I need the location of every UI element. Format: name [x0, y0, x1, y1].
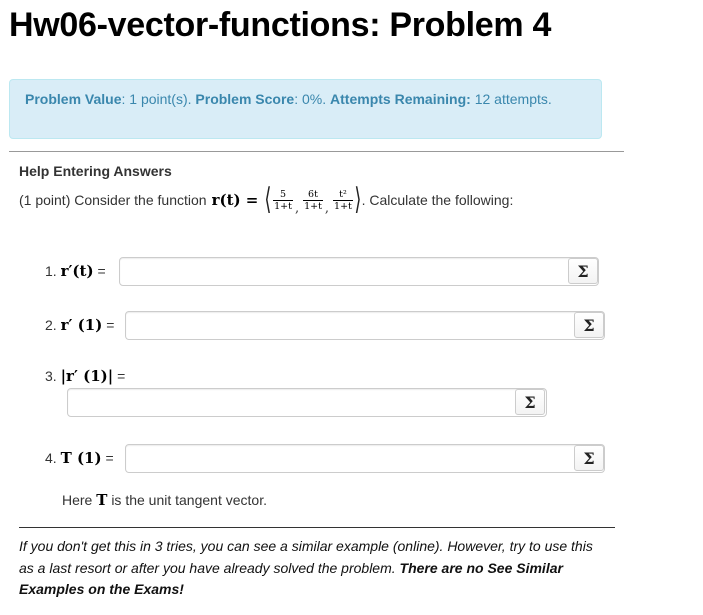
- page-title: Hw06-vector-functions: Problem 4: [9, 6, 552, 44]
- answer-input-1[interactable]: [119, 257, 599, 286]
- problem-suffix: . Calculate the following:: [361, 192, 514, 208]
- attempts-remaining-text: 12 attempts.: [474, 91, 552, 107]
- component-3: t² 1+t: [333, 188, 353, 212]
- problem-prefix: (1 point) Consider the function: [19, 192, 207, 208]
- left-angle-bracket: ⟨: [264, 182, 272, 217]
- divider: [19, 527, 615, 528]
- component-1: 5 1+t: [273, 188, 293, 212]
- divider: [9, 151, 624, 152]
- equation-editor-button-2[interactable]: Σ: [574, 312, 604, 338]
- question-4-label: 4. T (1) =: [45, 449, 114, 467]
- component-2: 6t 1+t: [303, 188, 323, 212]
- unit-tangent-note: Here T is the unit tangent vector.: [62, 491, 267, 509]
- question-3-label: 3. |r′ (1)| =: [45, 367, 126, 385]
- problem-score-label: Problem Score: [195, 91, 295, 107]
- attempts-remaining-label: Attempts Remaining:: [330, 91, 471, 107]
- right-angle-bracket: ⟩: [354, 182, 362, 217]
- equation-editor-button-4[interactable]: Σ: [574, 445, 604, 471]
- problem-status-box: Problem Value: 1 point(s). Problem Score…: [9, 79, 602, 139]
- answer-input-3[interactable]: [67, 388, 547, 417]
- problem-score-text: : 0%.: [294, 91, 327, 107]
- equation-editor-button-1[interactable]: Σ: [568, 258, 598, 284]
- question-2-label: 2. r′ (1) =: [45, 316, 115, 334]
- help-entering-answers-link[interactable]: Help Entering Answers: [19, 163, 172, 179]
- question-1-label: 1. r′(t) =: [45, 262, 106, 280]
- equation-editor-button-3[interactable]: Σ: [515, 389, 545, 415]
- answer-input-2[interactable]: [125, 311, 605, 340]
- problem-value-label: Problem Value: [25, 91, 122, 107]
- answer-input-4[interactable]: [125, 444, 605, 473]
- function-lhs: r(t) =: [211, 191, 259, 209]
- problem-statement: (1 point) Consider the function r(t) = ⟨…: [19, 182, 514, 217]
- footer-note: If you don't get this in 3 tries, you ca…: [19, 536, 609, 601]
- problem-value-text: : 1 point(s).: [121, 91, 192, 107]
